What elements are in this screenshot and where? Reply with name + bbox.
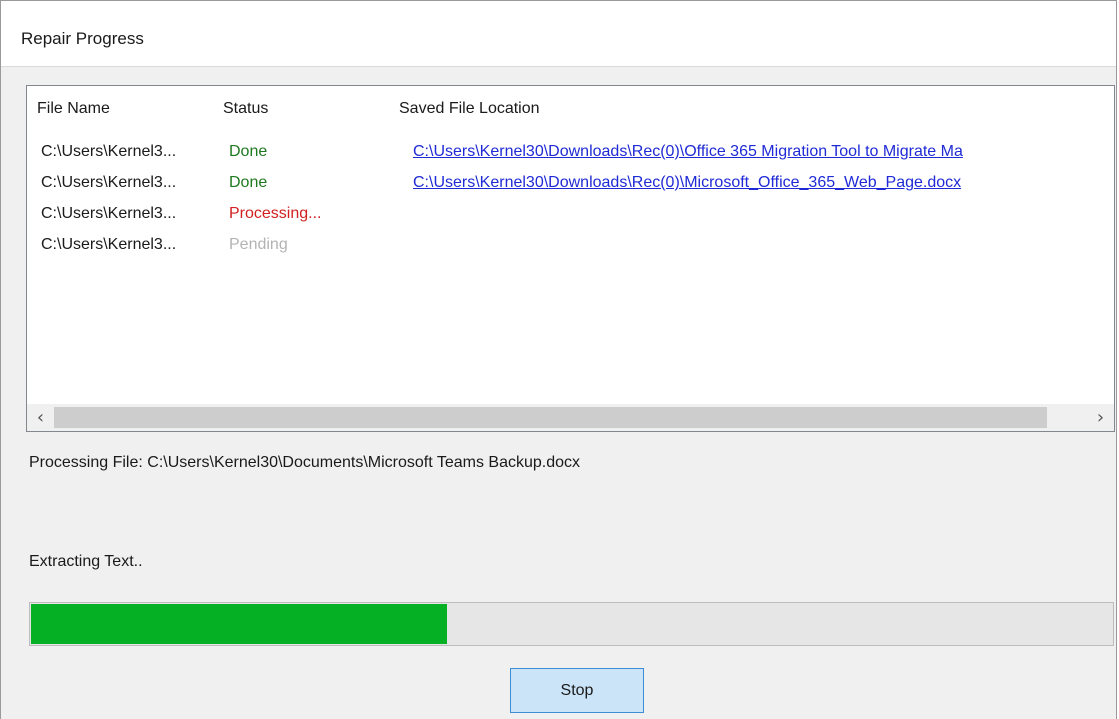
file-list[interactable]: File Name Status Saved File Location C:\… [26,85,1115,432]
column-header-status[interactable]: Status [223,100,268,118]
column-header-saved-file-location[interactable]: Saved File Location [399,100,540,118]
processing-file-label: Processing File: C:\Users\Kernel30\Docum… [29,454,581,471]
file-name-cell: C:\Users\Kernel3... [41,205,177,222]
scrollbar-thumb[interactable] [54,407,1047,428]
table-row[interactable]: C:\Users\Kernel3... Done C:\Users\Kernel… [27,137,1114,168]
status-cell: Done [229,174,268,191]
status-cell: Pending [229,236,288,253]
extracting-status-label: Extracting Text.. [29,553,143,570]
table-row[interactable]: C:\Users\Kernel3... Pending [27,230,1114,261]
saved-location-link[interactable]: C:\Users\Kernel30\Downloads\Rec(0)\Micro… [413,174,1113,192]
file-name-cell: C:\Users\Kernel3... [41,236,177,253]
column-header-file-name[interactable]: File Name [37,100,110,118]
saved-location-link[interactable]: C:\Users\Kernel30\Downloads\Rec(0)\Offic… [413,143,1113,161]
title-bar: Repair Progress [1,1,1116,67]
chevron-right-icon[interactable]: › [1087,404,1114,431]
progress-bar [29,602,1114,646]
progress-bar-fill [31,604,447,644]
repair-progress-dialog: Repair Progress File Name Status Saved F… [0,0,1117,719]
stop-button[interactable]: Stop [510,668,644,713]
file-name-cell: C:\Users\Kernel3... [41,143,177,160]
table-row[interactable]: C:\Users\Kernel3... Processing... [27,199,1114,230]
chevron-left-icon[interactable]: ‹ [27,404,54,431]
status-cell: Processing... [229,205,322,222]
horizontal-scrollbar[interactable]: ‹ › [27,404,1114,431]
list-header: File Name Status Saved File Location [27,86,1114,130]
file-name-cell: C:\Users\Kernel3... [41,174,177,191]
table-row[interactable]: C:\Users\Kernel3... Done C:\Users\Kernel… [27,168,1114,199]
status-cell: Done [229,143,268,160]
window-title: Repair Progress [21,29,144,48]
